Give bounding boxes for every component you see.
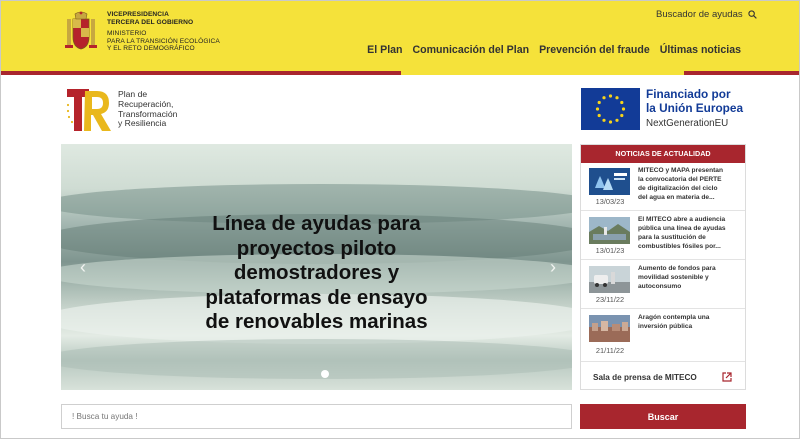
headline-line: El MITECO abre a audiencia — [638, 216, 726, 223]
headline-line: movilidad sostenible y — [638, 273, 709, 281]
headline-line: combustibles fósiles por... — [638, 242, 721, 250]
headline-line: autoconsumo — [638, 282, 682, 290]
headline-line: inversión pública — [638, 322, 693, 330]
news-date: 23/11/22 — [595, 295, 625, 304]
carousel-caption: Línea de ayudas para proyectos piloto de… — [61, 212, 572, 335]
recovery-plan-title: Plan de Recuperación, Transformación y R… — [118, 89, 177, 129]
headline-line: MITECO y MAPA presentan — [638, 167, 723, 174]
aid-search-input[interactable] — [61, 404, 572, 429]
headline-line: pública una línea de ayudas — [638, 224, 726, 232]
news-thumbnail — [589, 168, 630, 195]
aid-search-label: Buscador de ayudas — [656, 9, 743, 20]
plan-line: y Resiliencia — [118, 118, 167, 129]
caption-line: demostradores y — [233, 261, 400, 284]
headline-line: del agua en materia de... — [638, 193, 715, 201]
news-thumbnail — [589, 315, 630, 342]
news-panel-title: NOTICIAS DE ACTUALIDAD — [581, 145, 745, 163]
page: VICEPRESIDENCIA TERCERA DEL GOBIERNO MIN… — [0, 0, 800, 439]
external-link-icon — [722, 372, 732, 382]
search-icon — [747, 10, 757, 19]
eu-flag-icon — [581, 88, 640, 130]
news-panel: NOTICIAS DE ACTUALIDAD 13/03/23 MITECO y… — [580, 144, 746, 390]
coat-of-arms-icon — [65, 11, 97, 50]
ministry-line: MINISTERIO — [107, 30, 147, 38]
main-nav: El Plan Comunicación del Plan Prevención… — [367, 44, 741, 56]
carousel-prev-icon[interactable]: ‹ — [75, 257, 91, 277]
news-date: 13/01/23 — [595, 246, 625, 255]
news-thumbnail — [589, 266, 630, 293]
carousel-next-icon[interactable]: › — [545, 257, 561, 277]
site-header: VICEPRESIDENCIA TERCERA DEL GOBIERNO MIN… — [1, 1, 799, 71]
news-headline: Aumento de fondos para movilidad sosteni… — [638, 265, 740, 292]
caption-line: plataformas de ensayo — [205, 285, 428, 309]
news-headline: MITECO y MAPA presentan la convocatoria … — [638, 167, 740, 203]
news-thumbnail — [589, 217, 630, 244]
gov-line: TERCERA DEL GOBIERNO — [107, 18, 194, 26]
nav-item-prevencion[interactable]: Prevención del fraude — [539, 44, 650, 56]
headline-line: Aragón contempla una — [638, 314, 710, 321]
government-title: VICEPRESIDENCIA TERCERA DEL GOBIERNO MIN… — [107, 11, 220, 53]
headline-line: Aumento de fondos para — [638, 265, 716, 272]
nav-item-el-plan[interactable]: El Plan — [367, 44, 402, 56]
news-item[interactable]: 21/11/22 Aragón contempla una inversión … — [581, 310, 745, 362]
aid-search-link[interactable]: Buscador de ayudas — [656, 9, 757, 20]
hero-carousel[interactable]: Línea de ayudas para proyectos piloto de… — [61, 144, 572, 390]
news-date: 21/11/22 — [595, 346, 625, 355]
nav-item-comunicacion[interactable]: Comunicación del Plan — [413, 44, 530, 56]
news-item[interactable]: 13/01/23 El MITECO abre a audiencia públ… — [581, 212, 745, 260]
recovery-plan-logo-icon[interactable] — [65, 87, 113, 133]
eu-funded-line2: la Unión Europea — [646, 101, 744, 115]
news-item[interactable]: 13/03/23 MITECO y MAPA presentan la conv… — [581, 163, 745, 211]
headline-line: la convocatoria del PERTE — [638, 175, 722, 183]
headline-line: para la sustitución de — [638, 233, 706, 241]
ministry-line: Y EL RETO DEMOGRÁFICO — [107, 45, 195, 53]
carousel-indicator[interactable] — [321, 370, 329, 378]
eu-funding-logo: Financiado por la Unión Europea NextGene… — [581, 88, 745, 130]
search-button[interactable]: Buscar — [580, 404, 746, 429]
eu-funded-line1: Financiado por — [646, 87, 731, 101]
news-item[interactable]: 23/11/22 Aumento de fondos para movilida… — [581, 261, 745, 309]
header-stripe — [1, 71, 799, 75]
caption-line: Línea de ayudas para — [212, 212, 421, 235]
news-headline: El MITECO abre a audiencia pública una l… — [638, 216, 740, 252]
nav-item-noticias[interactable]: Últimas noticias — [660, 44, 741, 56]
press-room-label: Sala de prensa de MITECO — [593, 373, 697, 382]
caption-line: de renovables marinas — [205, 310, 428, 333]
caption-line: proyectos piloto — [236, 236, 397, 260]
headline-line: de digitalización del ciclo — [638, 184, 718, 192]
press-room-link[interactable]: Sala de prensa de MITECO — [581, 364, 745, 390]
eu-funded-line3: NextGenerationEU — [646, 118, 729, 129]
news-date: 13/03/23 — [595, 197, 625, 206]
news-headline: Aragón contempla una inversión pública — [638, 314, 740, 332]
gov-line: VICEPRESIDENCIA — [107, 11, 169, 18]
